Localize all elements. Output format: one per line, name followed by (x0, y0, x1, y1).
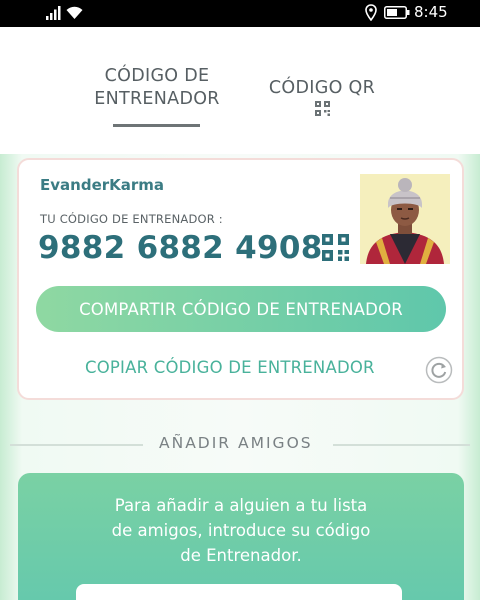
trainer-card: EvanderKarma TU CÓDIGO DE ENTRENADOR : 9… (17, 158, 464, 400)
share-trainer-code-button[interactable]: COMPARTIR CÓDIGO DE ENTRENADOR (36, 286, 446, 332)
avatar[interactable] (360, 174, 450, 264)
tab-qr-code[interactable]: CÓDIGO QR (258, 77, 386, 123)
active-tab-indicator (113, 124, 200, 127)
trainer-avatar-icon (360, 174, 450, 264)
copy-trainer-code-link[interactable]: COPIAR CÓDIGO DE ENTRENADOR (85, 358, 375, 377)
status-bar: 8:45 (0, 0, 480, 27)
battery-icon (384, 6, 410, 19)
tabs-header: CÓDIGO DE ENTRENADOR CÓDIGO QR (0, 27, 480, 154)
friend-code-input[interactable] (76, 584, 402, 600)
wifi-icon (66, 6, 83, 20)
divider-left (10, 444, 143, 446)
tab-qr-code-label: CÓDIGO QR (268, 78, 376, 98)
qr-code-icon[interactable] (322, 234, 349, 261)
divider-right (333, 444, 470, 446)
trainer-username: EvanderKarma (40, 176, 165, 194)
trainer-code-caption: TU CÓDIGO DE ENTRENADOR : (40, 212, 223, 226)
clock-time: 8:45 (414, 3, 448, 21)
add-friends-instructions: Para añadir a alguien a tu lista de amig… (111, 496, 371, 565)
location-icon (365, 4, 377, 21)
signal-icon (46, 6, 61, 20)
tab-trainer-code[interactable]: CÓDIGO DE ENTRENADOR (86, 65, 228, 115)
tab-trainer-code-label: CÓDIGO DE ENTRENADOR (94, 66, 220, 109)
qr-code-icon (315, 101, 330, 116)
add-friends-title: AÑADIR AMIGOS (159, 434, 313, 452)
refresh-icon[interactable] (425, 356, 453, 384)
trainer-code-value: 9882 6882 4908 (38, 230, 323, 266)
add-friends-panel: Para añadir a alguien a tu lista de amig… (18, 473, 464, 600)
share-trainer-code-label: COMPARTIR CÓDIGO DE ENTRENADOR (79, 299, 403, 319)
